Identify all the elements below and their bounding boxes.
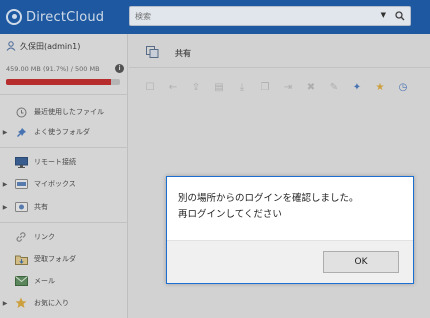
dialog-footer: OK bbox=[167, 240, 413, 283]
ok-button[interactable]: OK bbox=[323, 251, 399, 273]
session-alert-dialog: 別の場所からのログインを確認しました。 再ログインしてください OK bbox=[166, 176, 414, 284]
dialog-message-line1: 別の場所からのログインを確認しました。 bbox=[178, 193, 359, 204]
dialog-message: 別の場所からのログインを確認しました。 再ログインしてください bbox=[178, 191, 410, 223]
dialog-message-line2: 再ログインしてください bbox=[178, 209, 282, 220]
